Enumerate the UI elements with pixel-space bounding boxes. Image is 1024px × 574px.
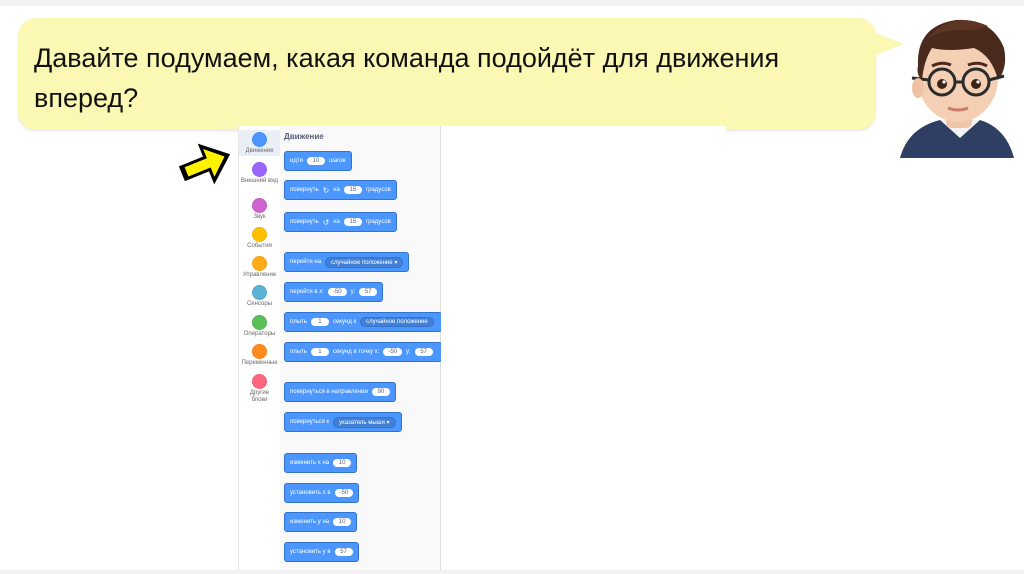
category-dot-icon [252, 198, 267, 213]
category-dot-icon [252, 374, 267, 389]
category-dot-icon [252, 256, 267, 271]
block-change-x[interactable]: изменить x на 10 [284, 453, 358, 473]
block-set-x[interactable]: установить x в -50 [284, 483, 360, 503]
rotate-left-icon: ↺ [322, 217, 330, 227]
block-set-y[interactable]: установить y в 57 [284, 542, 359, 562]
teacher-avatar-icon [900, 19, 1014, 158]
category-looks[interactable]: Внешний вид [239, 162, 280, 185]
block-glide[interactable]: плыть 1 секунд к случайное положение [284, 312, 442, 332]
category-my-blocks[interactable]: Другие блоки [239, 374, 280, 404]
seconds-input[interactable]: 1 [310, 348, 329, 356]
block-change-y[interactable]: изменить y на 10 [284, 512, 358, 532]
category-motion[interactable]: Движение [239, 130, 280, 156]
degrees-input[interactable]: 15 [343, 186, 362, 194]
block-move-steps[interactable]: идти 10 шагов [284, 151, 352, 171]
category-dot-icon [252, 227, 267, 242]
block-palette: Движение идти 10 шагов повернуть ↻ на 15… [280, 126, 477, 574]
seconds-input[interactable]: 1 [310, 318, 329, 326]
category-dot-icon [252, 162, 267, 177]
set-x-input[interactable]: -50 [334, 489, 354, 497]
top-border [0, 0, 1024, 6]
set-y-input[interactable]: 57 [334, 548, 353, 556]
pointer-arrow-icon [178, 143, 231, 185]
category-sensing[interactable]: Сенсоры [239, 285, 280, 308]
change-y-input[interactable]: 10 [333, 518, 352, 526]
category-dot-icon [252, 285, 267, 300]
direction-input[interactable]: 90 [371, 388, 390, 396]
category-dot-icon [252, 132, 267, 147]
goto-target-dropdown[interactable]: случайное положение ▾ [325, 256, 404, 268]
speech-bubble: Давайте подумаем, какая команда подойдёт… [18, 18, 876, 130]
category-sound[interactable]: Звук [239, 198, 280, 221]
speech-text: Давайте подумаем, какая команда подойдёт… [34, 43, 780, 113]
block-glide-xy[interactable]: плыть 1 секунд в точку x: -50 y: 57 [284, 342, 442, 362]
glide-target-dropdown[interactable]: случайное положение [360, 317, 434, 327]
degrees-input[interactable]: 15 [343, 218, 362, 226]
y-input[interactable]: 57 [414, 348, 433, 356]
block-turn-left[interactable]: повернуть ↺ на 15 градусов [284, 212, 397, 232]
point-target-dropdown[interactable]: указатель мыши ▾ [333, 416, 396, 428]
category-control[interactable]: Управление [239, 256, 280, 279]
category-menu: Движение Внешний вид Звук События Управл… [238, 126, 281, 574]
block-turn-right[interactable]: повернуть ↻ на 15 градусов [284, 180, 397, 200]
bottom-border [0, 570, 1024, 574]
x-input[interactable]: -50 [327, 288, 347, 296]
category-operators[interactable]: Операторы [239, 315, 280, 338]
category-events[interactable]: События [239, 227, 280, 250]
scratch-editor: Движение Внешний вид Звук События Управл… [238, 126, 726, 574]
y-input[interactable]: 57 [359, 288, 378, 296]
script-area[interactable] [441, 126, 726, 574]
block-goto[interactable]: перейти на случайное положение ▾ [284, 252, 410, 272]
block-goto-xy[interactable]: перейти в x: -50 y: 57 [284, 282, 384, 302]
block-point-direction[interactable]: повернуться в направлении 90 [284, 382, 396, 402]
change-x-input[interactable]: 10 [333, 459, 352, 467]
category-dot-icon [252, 344, 267, 359]
rotate-right-icon: ↻ [322, 185, 330, 195]
category-dot-icon [252, 315, 267, 330]
palette-title: Движение [284, 132, 324, 141]
category-variables[interactable]: Переменные [239, 344, 280, 367]
x-input[interactable]: -50 [383, 348, 403, 356]
block-point-towards[interactable]: повернуться к указатель мыши ▾ [284, 412, 402, 432]
steps-input[interactable]: 10 [306, 157, 325, 165]
